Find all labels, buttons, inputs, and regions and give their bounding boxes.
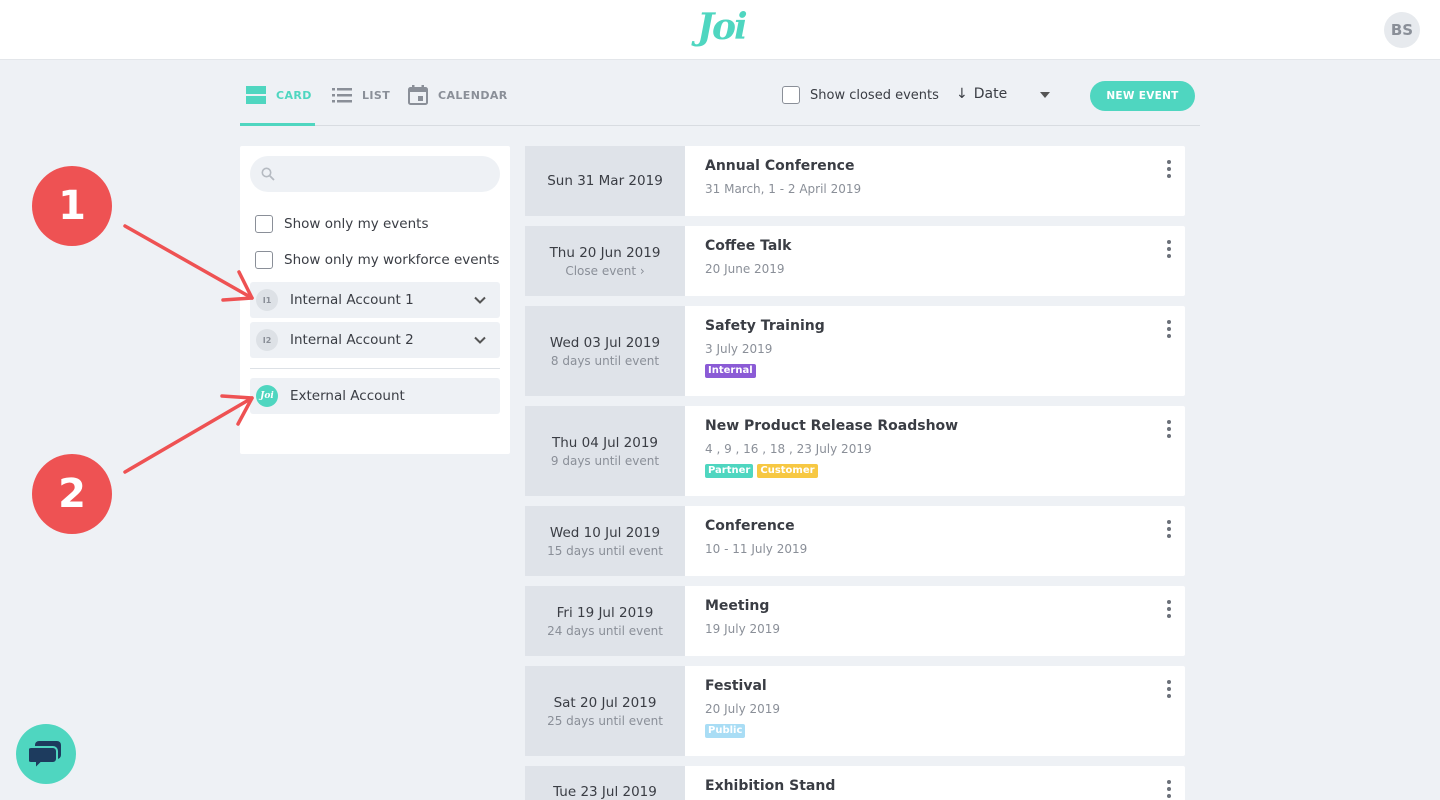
event-dates: 31 March, 1 - 2 April 2019 bbox=[705, 182, 862, 196]
more-options-icon[interactable] bbox=[1167, 520, 1171, 541]
event-title[interactable]: New Product Release Roadshow bbox=[705, 418, 1165, 434]
event-date-column: Tue 23 Jul 2019 bbox=[525, 766, 685, 800]
tab-list-view[interactable]: LIST bbox=[332, 82, 390, 108]
more-options-icon[interactable] bbox=[1167, 420, 1171, 441]
event-card[interactable]: Thu 20 Jun 2019 Close event › Coffee Tal… bbox=[525, 226, 1185, 296]
event-info: Meeting 19 July 2019 bbox=[685, 586, 1185, 656]
my-events-label: Show only my events bbox=[284, 216, 429, 232]
event-tags: Partner Customer bbox=[705, 464, 1165, 478]
event-list: Sun 31 Mar 2019 Annual Conference 31 Mar… bbox=[525, 146, 1185, 800]
chevron-down-icon[interactable] bbox=[474, 336, 486, 344]
event-title[interactable]: Conference bbox=[705, 518, 1165, 534]
sort-direction-icon[interactable]: ↓ bbox=[956, 86, 968, 102]
event-info: Conference 10 - 11 July 2019 bbox=[685, 506, 1185, 576]
event-dates: 19 July 2019 bbox=[705, 622, 781, 636]
event-dates: 4 , 9 , 16 , 18 , 23 July 2019 bbox=[705, 442, 872, 456]
event-title[interactable]: Coffee Talk bbox=[705, 238, 1165, 254]
view-toolbar: CARD LIST CALENDAR Show closed events ↓ … bbox=[240, 60, 1200, 126]
event-card[interactable]: Fri 19 Jul 2019 24 days until event Meet… bbox=[525, 586, 1185, 656]
event-dates: 10 - 11 July 2019 bbox=[705, 542, 808, 556]
tag-customer: Customer bbox=[757, 464, 818, 478]
more-options-icon[interactable] bbox=[1167, 160, 1171, 181]
tag-internal: Internal bbox=[705, 364, 756, 378]
sort-by-label: Date bbox=[973, 86, 1008, 102]
more-options-icon[interactable] bbox=[1167, 780, 1171, 800]
sort-by-dropdown[interactable]: ↓ Date bbox=[956, 86, 1007, 102]
days-until-event: 9 days until event bbox=[550, 453, 660, 468]
event-date-column: Thu 04 Jul 2019 9 days until event bbox=[525, 406, 685, 496]
event-date: Tue 23 Jul 2019 bbox=[553, 784, 657, 800]
account-name: Internal Account 2 bbox=[290, 332, 414, 348]
user-avatar[interactable]: BS bbox=[1384, 12, 1420, 48]
event-date-column: Wed 10 Jul 2019 15 days until event bbox=[525, 506, 685, 576]
event-card[interactable]: Thu 04 Jul 2019 9 days until event New P… bbox=[525, 406, 1185, 496]
event-card[interactable]: Sun 31 Mar 2019 Annual Conference 31 Mar… bbox=[525, 146, 1185, 216]
event-date: Thu 04 Jul 2019 bbox=[551, 434, 659, 451]
event-card[interactable]: Tue 23 Jul 2019 Exhibition Stand bbox=[525, 766, 1185, 800]
event-title[interactable]: Safety Training bbox=[705, 318, 1165, 334]
chevron-down-icon[interactable] bbox=[474, 296, 486, 304]
show-closed-events-label: Show closed events bbox=[810, 87, 939, 103]
tab-calendar-view[interactable]: CALENDAR bbox=[408, 82, 508, 108]
event-date: Wed 03 Jul 2019 bbox=[549, 334, 661, 351]
days-until-event: 25 days until event bbox=[547, 713, 663, 728]
days-until-event: 8 days until event bbox=[550, 353, 660, 368]
workforce-events-label: Show only my workforce events bbox=[284, 252, 500, 268]
event-card[interactable]: Sat 20 Jul 2019 25 days until event Fest… bbox=[525, 666, 1185, 756]
new-event-button[interactable]: NEW EVENT bbox=[1090, 81, 1195, 111]
event-card[interactable]: Wed 03 Jul 2019 8 days until event Safet… bbox=[525, 306, 1185, 396]
more-options-icon[interactable] bbox=[1167, 320, 1171, 341]
event-title[interactable]: Annual Conference bbox=[705, 158, 1165, 174]
event-date-column: Fri 19 Jul 2019 24 days until event bbox=[525, 586, 685, 656]
days-until-event: 15 days until event bbox=[547, 543, 663, 558]
show-closed-events-checkbox[interactable] bbox=[782, 86, 800, 104]
event-info: Coffee Talk 20 June 2019 bbox=[685, 226, 1185, 296]
days-until-event: 24 days until event bbox=[547, 623, 663, 638]
more-options-icon[interactable] bbox=[1167, 600, 1171, 621]
tab-list-label: LIST bbox=[362, 88, 391, 102]
event-date-column: Sat 20 Jul 2019 25 days until event bbox=[525, 666, 685, 756]
annotation-arrow-1 bbox=[123, 224, 254, 300]
joi-logo[interactable]: Joi bbox=[697, 6, 748, 48]
event-info: Exhibition Stand bbox=[685, 766, 1185, 800]
event-info: Festival 20 July 2019 Public bbox=[685, 666, 1185, 756]
event-tags: Internal bbox=[705, 364, 1165, 378]
annotation-arrow-2 bbox=[123, 396, 254, 474]
account-name: External Account bbox=[290, 388, 405, 404]
account-name: Internal Account 1 bbox=[290, 292, 414, 308]
tag-public: Public bbox=[705, 724, 746, 738]
tab-calendar-label: CALENDAR bbox=[438, 88, 508, 102]
annotation-arrows bbox=[123, 224, 254, 474]
chat-bubble-icon bbox=[29, 741, 61, 770]
more-options-icon[interactable] bbox=[1167, 680, 1171, 701]
event-date: Wed 10 Jul 2019 bbox=[549, 524, 661, 541]
event-date-column: Wed 03 Jul 2019 8 days until event bbox=[525, 306, 685, 396]
calendar-icon bbox=[408, 85, 428, 105]
event-dates: 20 June 2019 bbox=[705, 262, 785, 276]
show-closed-events-toggle[interactable]: Show closed events bbox=[782, 86, 939, 104]
event-dates: 3 July 2019 bbox=[705, 342, 773, 356]
event-date: Sat 20 Jul 2019 bbox=[553, 694, 657, 711]
tag-partner: Partner bbox=[705, 464, 754, 478]
event-date: Sun 31 Mar 2019 bbox=[547, 173, 663, 189]
more-options-icon[interactable] bbox=[1167, 240, 1171, 261]
list-view-icon bbox=[332, 88, 352, 103]
event-date-column: Sun 31 Mar 2019 bbox=[525, 146, 685, 216]
event-title[interactable]: Festival bbox=[705, 678, 1165, 694]
event-card[interactable]: Wed 10 Jul 2019 15 days until event Conf… bbox=[525, 506, 1185, 576]
event-dates: 20 July 2019 bbox=[705, 702, 781, 716]
dropdown-caret-icon[interactable] bbox=[1040, 92, 1050, 98]
event-tags: Public bbox=[705, 724, 1165, 738]
event-date-column: Thu 20 Jun 2019 Close event › bbox=[525, 226, 685, 296]
event-info: New Product Release Roadshow 4 , 9 , 16 … bbox=[685, 406, 1185, 496]
event-info: Safety Training 3 July 2019 Internal bbox=[685, 306, 1185, 396]
event-title[interactable]: Exhibition Stand bbox=[705, 778, 1165, 794]
event-info: Annual Conference 31 March, 1 - 2 April … bbox=[685, 146, 1185, 216]
chat-widget-button[interactable] bbox=[16, 724, 76, 784]
event-date: Fri 19 Jul 2019 bbox=[556, 604, 654, 621]
event-title[interactable]: Meeting bbox=[705, 598, 1165, 614]
event-date: Thu 20 Jun 2019 bbox=[549, 244, 661, 261]
close-event-link[interactable]: Close event › bbox=[565, 264, 644, 278]
